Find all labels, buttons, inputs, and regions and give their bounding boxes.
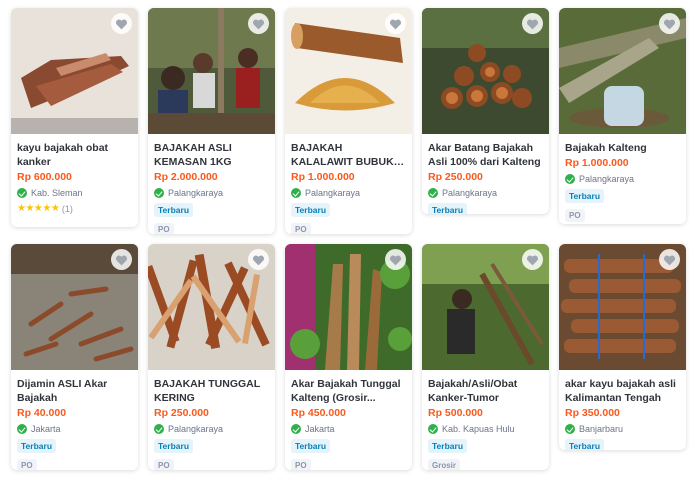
location-text: Jakarta bbox=[305, 424, 335, 434]
check-badge-icon bbox=[291, 424, 301, 434]
product-name[interactable]: kayu bajakah obat kanker bbox=[17, 141, 133, 169]
location-text: Palangkaraya bbox=[305, 188, 361, 198]
product-name[interactable]: BAJAKAH KALALAWIT BUBUK DAN AKAR... bbox=[291, 141, 407, 169]
tag-new: Terbaru bbox=[154, 203, 194, 217]
location-text: Banjarbaru bbox=[579, 424, 624, 434]
product-card[interactable]: kayu bajakah obat kanker Rp 600.000 Kab.… bbox=[11, 8, 138, 227]
product-name[interactable]: Dijamin ASLI Akar Bajakah bbox=[17, 377, 133, 405]
wishlist-button[interactable] bbox=[522, 13, 543, 34]
check-badge-icon bbox=[17, 188, 27, 198]
product-price: Rp 1.000.000 bbox=[565, 157, 629, 169]
tag-new: Terbaru bbox=[428, 439, 468, 453]
product-name[interactable]: Bajakah/Asli/Obat Kanker-Tumor bbox=[428, 377, 544, 405]
rating: ★★★★★ (1) bbox=[17, 203, 133, 214]
location-text: Kab. Sleman bbox=[31, 188, 83, 198]
heart-icon bbox=[115, 19, 128, 29]
shop-location: Banjarbaru bbox=[565, 423, 681, 435]
shop-location: Palangkaraya bbox=[428, 187, 544, 199]
tag-po: PO bbox=[291, 223, 311, 234]
heart-icon bbox=[252, 19, 265, 29]
product-price: Rp 40.000 bbox=[17, 407, 67, 419]
tag-po: PO bbox=[291, 459, 311, 470]
location-text: Palangkaraya bbox=[579, 174, 635, 184]
wishlist-button[interactable] bbox=[659, 13, 680, 34]
tag-po: PO bbox=[154, 223, 174, 234]
check-badge-icon bbox=[565, 424, 575, 434]
heart-icon bbox=[389, 255, 402, 265]
product-card[interactable]: Akar Batang Bajakah Asli 100% dari Kalte… bbox=[422, 8, 549, 214]
product-name[interactable]: Bajakah Kalteng bbox=[565, 141, 681, 155]
check-badge-icon bbox=[291, 188, 301, 198]
shop-location: Jakarta bbox=[17, 423, 133, 435]
product-card[interactable]: BAJAKAH KALALAWIT BUBUK DAN AKAR... Rp 1… bbox=[285, 8, 412, 234]
heart-icon bbox=[389, 19, 402, 29]
tag-new: Terbaru bbox=[291, 439, 331, 453]
wishlist-button[interactable] bbox=[385, 249, 406, 270]
product-name[interactable]: Akar Batang Bajakah Asli 100% dari Kalte… bbox=[428, 141, 544, 169]
heart-icon bbox=[115, 255, 128, 265]
shop-location: Palangkaraya bbox=[154, 423, 270, 435]
check-badge-icon bbox=[154, 188, 164, 198]
location-text: Palangkaraya bbox=[168, 424, 224, 434]
product-card[interactable]: BAJAKAH TUNGGAL KERING Rp 250.000 Palang… bbox=[148, 244, 275, 470]
heart-icon bbox=[252, 255, 265, 265]
tag-new: Terbaru bbox=[17, 439, 57, 453]
shop-location: Palangkaraya bbox=[291, 187, 407, 199]
product-name[interactable]: BAJAKAH TUNGGAL KERING bbox=[154, 377, 270, 405]
shop-location: Kab. Sleman bbox=[17, 187, 133, 199]
heart-icon bbox=[663, 19, 676, 29]
heart-icon bbox=[526, 19, 539, 29]
wishlist-button[interactable] bbox=[385, 13, 406, 34]
product-price: Rp 250.000 bbox=[428, 171, 483, 183]
product-card[interactable]: akar kayu bajakah asli Kalimantan Tengah… bbox=[559, 244, 686, 450]
rating-count: (1) bbox=[61, 203, 73, 214]
shop-location: Palangkaraya bbox=[154, 187, 270, 199]
product-price: Rp 1.000.000 bbox=[291, 171, 355, 183]
location-text: Palangkaraya bbox=[168, 188, 224, 198]
location-text: Jakarta bbox=[31, 424, 61, 434]
check-badge-icon bbox=[428, 424, 438, 434]
check-badge-icon bbox=[428, 188, 438, 198]
product-price: Rp 500.000 bbox=[428, 407, 483, 419]
check-badge-icon bbox=[154, 424, 164, 434]
product-card[interactable]: Bajakah/Asli/Obat Kanker-Tumor Rp 500.00… bbox=[422, 244, 549, 470]
tag-po: PO bbox=[565, 209, 585, 222]
tag-grosir: Grosir bbox=[428, 459, 461, 470]
product-price: Rp 2.000.000 bbox=[154, 171, 218, 183]
tag-po: PO bbox=[17, 459, 37, 470]
tag-new: Terbaru bbox=[154, 439, 194, 453]
wishlist-button[interactable] bbox=[248, 13, 269, 34]
heart-icon bbox=[663, 255, 676, 265]
tag-po: PO bbox=[154, 459, 174, 470]
product-name[interactable]: Akar Bajakah Tunggal Kalteng (Grosir... bbox=[291, 377, 407, 405]
product-price: Rp 600.000 bbox=[17, 171, 72, 183]
shop-location: Palangkaraya bbox=[565, 173, 681, 185]
location-text: Kab. Kapuas Hulu bbox=[442, 424, 515, 434]
star-icon: ★★★★★ bbox=[17, 203, 60, 214]
check-badge-icon bbox=[565, 174, 575, 184]
product-price: Rp 450.000 bbox=[291, 407, 346, 419]
check-badge-icon bbox=[17, 424, 27, 434]
heart-icon bbox=[526, 255, 539, 265]
product-name[interactable]: BAJAKAH ASLI KEMASAN 1KG bbox=[154, 141, 270, 169]
tag-new: Terbaru bbox=[565, 189, 605, 203]
location-text: Palangkaraya bbox=[442, 188, 498, 198]
wishlist-button[interactable] bbox=[111, 249, 132, 270]
product-card[interactable]: Bajakah Kalteng Rp 1.000.000 Palangkaray… bbox=[559, 8, 686, 224]
product-name[interactable]: akar kayu bajakah asli Kalimantan Tengah bbox=[565, 377, 681, 405]
wishlist-button[interactable] bbox=[248, 249, 269, 270]
wishlist-button[interactable] bbox=[111, 13, 132, 34]
tag-new: Terbaru bbox=[428, 203, 468, 214]
wishlist-button[interactable] bbox=[522, 249, 543, 270]
product-card[interactable]: Dijamin ASLI Akar Bajakah Rp 40.000 Jaka… bbox=[11, 244, 138, 470]
wishlist-button[interactable] bbox=[659, 249, 680, 270]
product-card[interactable]: Akar Bajakah Tunggal Kalteng (Grosir... … bbox=[285, 244, 412, 470]
tag-new: Terbaru bbox=[565, 439, 605, 450]
product-price: Rp 350.000 bbox=[565, 407, 620, 419]
product-price: Rp 250.000 bbox=[154, 407, 209, 419]
tag-new: Terbaru bbox=[291, 203, 331, 217]
shop-location: Kab. Kapuas Hulu bbox=[428, 423, 544, 435]
shop-location: Jakarta bbox=[291, 423, 407, 435]
product-card[interactable]: BAJAKAH ASLI KEMASAN 1KG Rp 2.000.000 Pa… bbox=[148, 8, 275, 234]
